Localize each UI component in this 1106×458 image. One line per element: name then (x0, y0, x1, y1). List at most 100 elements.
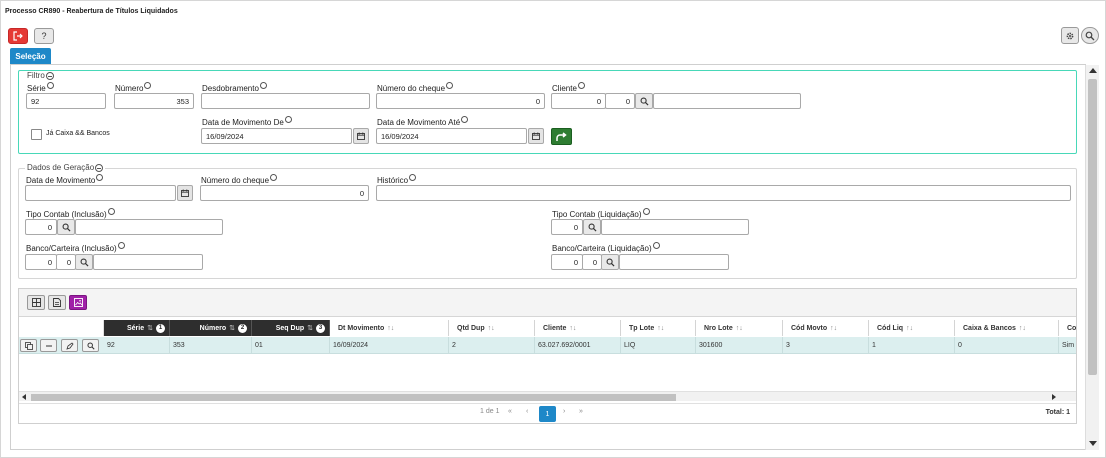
grid-export-button[interactable] (48, 295, 66, 310)
tipo-contab-liquidacao-search-button[interactable] (583, 219, 601, 235)
horizontal-scroll-thumb[interactable] (31, 394, 676, 401)
column-header-caixa-bancos[interactable]: Caixa & Bancos ↑↓ (955, 320, 1059, 336)
remove-row-button[interactable] (40, 339, 57, 352)
carteira-liquidacao-code-input[interactable]: 0 (582, 254, 602, 270)
calendar-icon (181, 189, 189, 197)
copy-row-button[interactable] (20, 339, 37, 352)
dados-data-mov-calendar-button[interactable] (177, 185, 193, 201)
column-header-co[interactable]: Co (1059, 320, 1076, 336)
banco-inclusao-name-input[interactable] (93, 254, 203, 270)
banco-liquidacao-search-button[interactable] (601, 254, 619, 270)
banco-inclusao-code-input[interactable]: 0 (25, 254, 57, 270)
column-header-dt-movimento[interactable]: Dt Movimento ↑↓ (330, 320, 449, 336)
tipo-contab-liquidacao-code-input[interactable]: 0 (551, 219, 583, 235)
cell-cliente: 63.027.692/0001 (535, 337, 621, 353)
grid-layout-button[interactable] (27, 295, 45, 310)
column-header-cliente[interactable]: Cliente ↑↓ (535, 320, 621, 336)
info-icon (96, 174, 104, 181)
tipo-contab-inclusao-name-input[interactable] (75, 219, 223, 235)
filter-legend-label: Filtro (27, 71, 45, 80)
column-header-seq-dup[interactable]: Seq Dup ⇅ 3 (252, 320, 330, 336)
desdobramento-input[interactable] (201, 93, 370, 109)
results-grid: Série ⇅ 1 Número ⇅ 2 Seq Dup ⇅ 3 Dt Movimento ↑… (18, 288, 1077, 424)
help-button[interactable]: ? (34, 28, 54, 44)
tipo-contab-liquidacao-label: Tipo Contab (Liquidação) (552, 208, 650, 219)
search-icon (1085, 31, 1095, 40)
exit-button[interactable] (8, 28, 28, 44)
banco-carteira-liquidacao-label: Banco/Carteira (Liquidação) (552, 242, 660, 253)
next-page-button[interactable]: › (563, 408, 565, 415)
banco-liquidacao-name-input[interactable] (619, 254, 729, 270)
data-mov-ate-input[interactable]: 16/09/2024 (376, 128, 527, 144)
search-icon (62, 223, 71, 232)
cliente-code-input[interactable]: 0 (551, 93, 606, 109)
column-header-serie[interactable]: Série ⇅ 1 (104, 320, 170, 336)
column-header-numero[interactable]: Número ⇅ 2 (170, 320, 252, 336)
prev-page-button[interactable]: ‹ (526, 408, 528, 415)
current-page-button[interactable]: 1 (539, 406, 556, 422)
data-mov-de-input[interactable]: 16/09/2024 (201, 128, 352, 144)
ja-caixa-checkbox[interactable] (31, 129, 42, 140)
tipo-contab-inclusao-search-button[interactable] (57, 219, 75, 235)
total-count: Total: 1 (1045, 409, 1070, 416)
tipo-contab-liquidacao-label-text: Tipo Contab (Liquidação) (552, 210, 642, 219)
collapse-icon[interactable] (95, 163, 104, 172)
dados-numero-cheque-input[interactable]: 0 (200, 185, 369, 201)
banco-inclusao-search-button[interactable] (75, 254, 93, 270)
column-header-cod-liq[interactable]: Cód Liq ↑↓ (869, 320, 955, 336)
cliente-name-input[interactable] (653, 93, 801, 109)
horizontal-scrollbar[interactable] (19, 391, 1076, 401)
banco-liquidacao-code-input[interactable]: 0 (551, 254, 583, 270)
scroll-thumb[interactable] (1088, 79, 1097, 375)
column-label: Tp Lote (629, 324, 655, 332)
column-label: Série (127, 324, 145, 332)
sort-icon: ↑↓ (906, 324, 914, 332)
data-mov-ate-calendar-button[interactable] (528, 128, 544, 144)
image-icon (73, 298, 83, 307)
execute-button[interactable] (551, 128, 572, 145)
grid-image-button[interactable] (69, 295, 87, 310)
settings-button[interactable] (1061, 27, 1079, 44)
cliente-seq-input[interactable]: 0 (605, 93, 635, 109)
first-page-button[interactable]: « (508, 408, 512, 415)
numero-cheque-input[interactable]: 0 (376, 93, 545, 109)
cliente-search-button[interactable] (635, 93, 653, 109)
last-page-button[interactable]: » (579, 408, 583, 415)
historico-input[interactable] (376, 185, 1071, 201)
tipo-contab-inclusao-code-input[interactable]: 0 (25, 219, 57, 235)
dados-numero-cheque-label-text: Número do cheque (201, 176, 270, 185)
scroll-left-icon[interactable] (22, 394, 26, 400)
calendar-icon (357, 132, 365, 140)
vertical-scrollbar[interactable] (1085, 65, 1099, 450)
dados-data-mov-input[interactable] (25, 185, 176, 201)
carteira-inclusao-code-input[interactable]: 0 (56, 254, 76, 270)
scroll-up-icon[interactable] (1089, 68, 1097, 73)
filter-fieldset (18, 70, 1077, 154)
column-header-qtd-dup[interactable]: Qtd Dup ↑↓ (449, 320, 535, 336)
view-row-button[interactable] (82, 339, 99, 352)
info-icon (446, 82, 454, 89)
collapse-icon[interactable] (45, 71, 54, 80)
search-button[interactable] (1081, 27, 1099, 44)
data-mov-de-calendar-button[interactable] (353, 128, 369, 144)
column-header-cod-movto[interactable]: Cód Movto ↑↓ (783, 320, 869, 336)
column-header-nro-lote[interactable]: Nro Lote ↑↓ (696, 320, 783, 336)
table-row[interactable]: 92 353 01 16/09/2024 2 63.027.692/0001 L… (19, 337, 1076, 354)
edit-row-button[interactable] (61, 339, 78, 352)
tab-selecao[interactable]: Seleção (10, 48, 51, 64)
cliente-label: Cliente (552, 82, 585, 93)
serie-input[interactable]: 92 (26, 93, 106, 109)
scroll-right-icon[interactable] (1052, 394, 1056, 400)
info-icon (409, 174, 417, 181)
banco-carteira-inclusao-label: Banco/Carteira (Inclusão) (26, 242, 125, 253)
column-label: Seq Dup (275, 324, 305, 332)
cell-nro-lote: 301600 (696, 337, 783, 353)
column-header-tp-lote[interactable]: Tp Lote ↑↓ (621, 320, 696, 336)
tipo-contab-liquidacao-name-input[interactable] (601, 219, 749, 235)
sort-icon: ↑↓ (657, 324, 665, 332)
column-label: Qtd Dup (457, 324, 485, 332)
scroll-down-icon[interactable] (1089, 441, 1097, 446)
sort-icon: ↑↓ (387, 324, 395, 332)
numero-cheque-label: Número do cheque (377, 82, 454, 93)
numero-input[interactable]: 353 (114, 93, 194, 109)
